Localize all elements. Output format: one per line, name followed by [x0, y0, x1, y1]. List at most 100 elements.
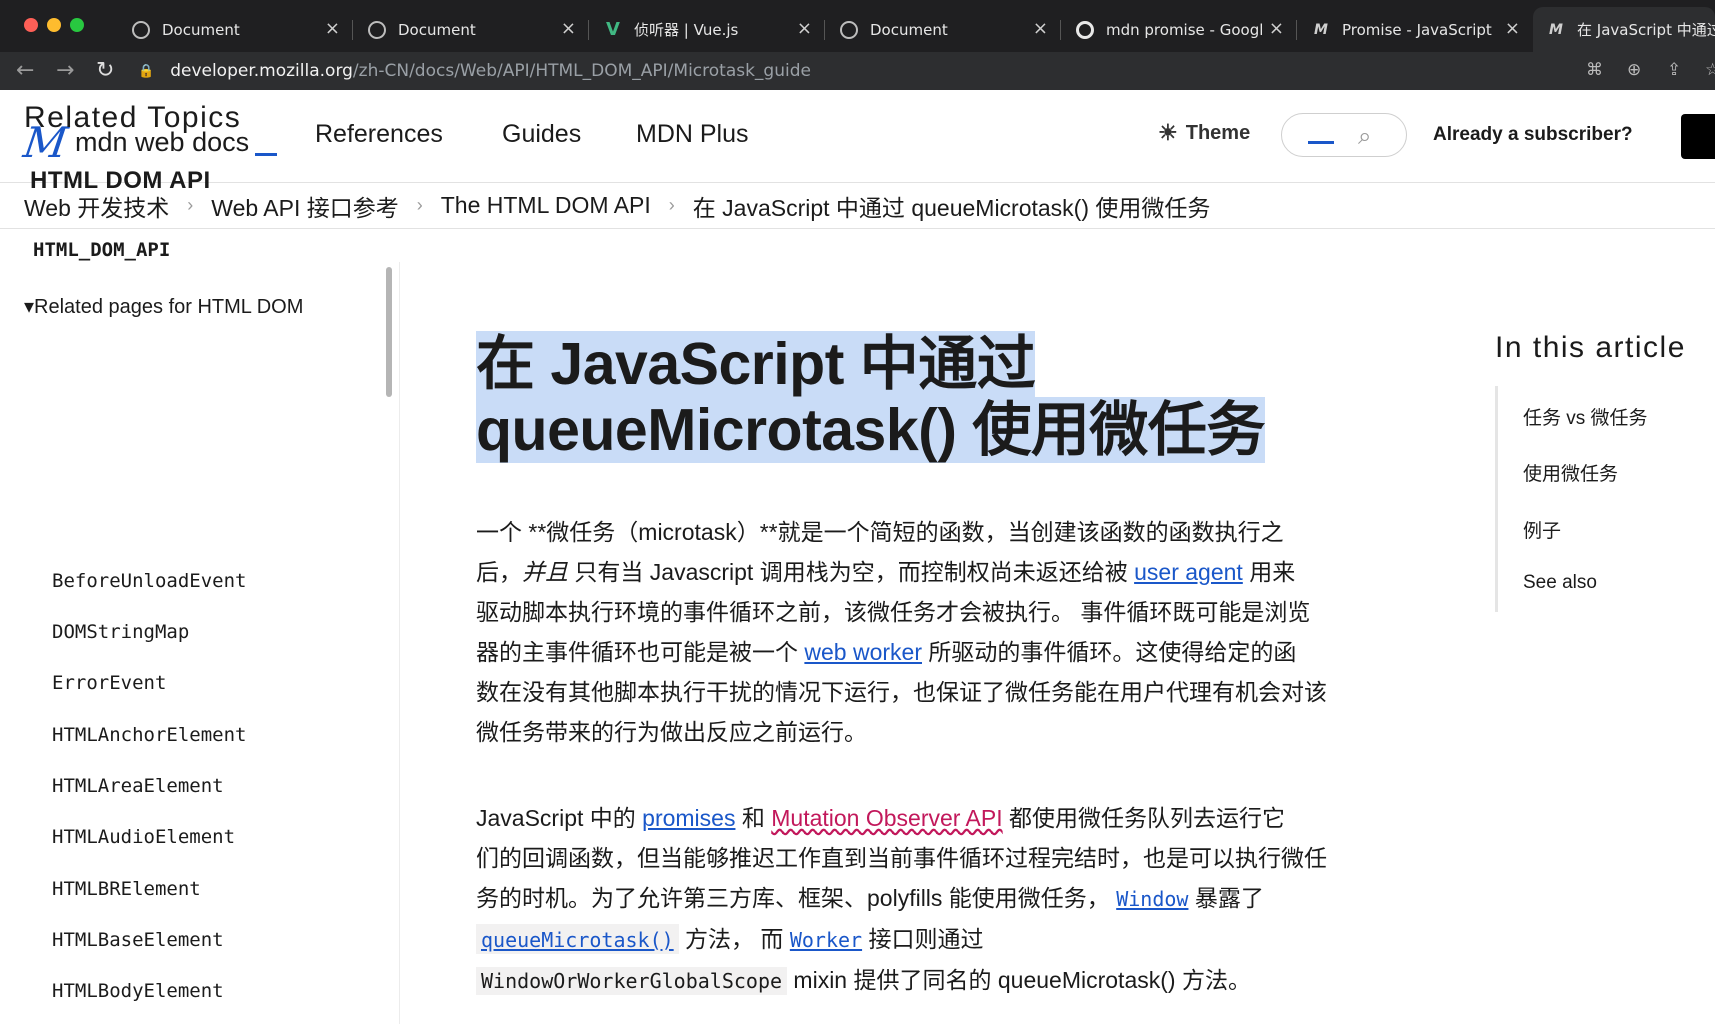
tab-title: Document — [398, 20, 476, 39]
zoom-icon[interactable]: ⊕ — [1627, 60, 1641, 80]
text-line: 一个 **微任务（microtask）**就是一个简短的函数，当创建该函数的函数… — [476, 519, 1284, 545]
toc-rail — [1495, 386, 1498, 612]
globe-icon — [132, 20, 150, 39]
sidebar-item[interactable]: BeforeUnloadEvent — [52, 570, 246, 592]
globe-icon — [840, 20, 858, 39]
close-tab-icon[interactable]: × — [1033, 18, 1048, 39]
sidebar-scrollbar[interactable] — [386, 267, 392, 397]
close-tab-icon[interactable]: × — [797, 18, 812, 39]
mdn-icon: M — [1549, 21, 1563, 38]
reload-icon[interactable]: ↻ — [96, 58, 114, 83]
forward-arrow-icon[interactable]: → — [56, 58, 74, 83]
share-icon[interactable]: ⇪ — [1667, 60, 1681, 80]
sidebar-item[interactable]: HTMLBodyElement — [52, 980, 224, 1002]
toc-title: In this article — [1495, 331, 1686, 364]
sidebar-item[interactable]: DOMStringMap — [52, 621, 189, 643]
inline-code: WindowOrWorkerGlobalScope — [476, 967, 788, 995]
sidebar-heading[interactable]: HTML DOM API — [30, 167, 211, 195]
close-tab-icon[interactable]: × — [561, 18, 576, 39]
bookmark-star-icon[interactable]: ☆ — [1705, 60, 1715, 80]
browser-tab[interactable]: mdn promise - Googl × — [1062, 7, 1294, 52]
browser-tab[interactable]: Document × — [354, 7, 586, 52]
search-input[interactable]: ⌕ — [1281, 113, 1407, 157]
page-title: 在 JavaScript 中通过 queueMicrotask() 使用微任务 — [476, 331, 1336, 463]
breadcrumb-item[interactable]: The HTML DOM API — [441, 192, 651, 219]
text-span: 后， — [476, 559, 522, 585]
sidebar-item[interactable]: HTMLAreaElement — [52, 775, 224, 797]
sidebar-item[interactable]: ErrorEvent — [52, 672, 166, 694]
nav-mdn-plus[interactable]: MDN Plus — [636, 120, 749, 149]
google-icon — [1076, 20, 1094, 39]
breadcrumb-item[interactable]: Web API 接口参考 — [211, 189, 398, 223]
worker-link[interactable]: Worker — [790, 926, 862, 952]
theme-switcher[interactable]: ☀ Theme — [1158, 120, 1250, 146]
nav-references[interactable]: References — [315, 120, 443, 149]
tab-title: Promise - JavaScript — [1342, 20, 1492, 39]
user-agent-link[interactable]: user agent — [1134, 559, 1243, 585]
sidebar-divider — [399, 262, 400, 1024]
sidebar-item[interactable]: HTMLAnchorElement — [52, 724, 246, 746]
browser-tab[interactable]: Document × — [826, 7, 1058, 52]
triangle-down-icon: ▾ — [24, 296, 35, 318]
search-cursor — [1308, 141, 1334, 144]
breadcrumb-current[interactable]: 在 JavaScript 中通过 queueMicrotask() 使用微任务 — [693, 189, 1211, 223]
queue-microtask-link[interactable]: queueMicrotask() — [476, 924, 679, 954]
toc-item[interactable]: 例子 — [1523, 516, 1561, 543]
browser-tab[interactable]: V 侦听器 | Vue.js × — [590, 7, 822, 52]
text-span: 接口则通过 — [862, 926, 984, 952]
logo-cursor — [255, 153, 278, 156]
sidebar-details-toggle[interactable]: ▾Related pages for HTML DOM — [24, 294, 303, 319]
maximize-window-button[interactable] — [70, 18, 84, 32]
text-span: JavaScript 中的 — [476, 805, 643, 831]
toc-item[interactable]: See also — [1523, 572, 1597, 594]
login-button[interactable] — [1681, 114, 1715, 159]
browser-tab-bar: Document × Document × V 侦听器 | Vue.js × D… — [0, 0, 1715, 52]
paragraph-2: JavaScript 中的 promises 和 Mutation Observ… — [476, 798, 1426, 1001]
sidebar-subheading[interactable]: HTML_DOM_API — [33, 239, 170, 261]
chevron-right-icon: › — [668, 195, 675, 215]
close-tab-icon[interactable]: × — [1505, 18, 1520, 39]
web-worker-link[interactable]: web worker — [804, 639, 922, 665]
back-arrow-icon[interactable]: ← — [16, 58, 34, 83]
text-line: 微任务带来的行为做出反应之前运行。 — [476, 719, 867, 745]
mdn-icon: M — [1314, 21, 1328, 38]
text-span: 和 — [735, 805, 772, 831]
url-host: developer.mozilla.org — [170, 61, 353, 81]
sidebar-item[interactable]: HTMLAudioElement — [52, 826, 235, 848]
text-line: 数在没有其他脚本执行干扰的情况下运行，也保证了微任务能在用户代理有机会对该 — [476, 679, 1327, 705]
text-line: 们的回调函数，但当能够推迟工作直到当前事件循环过程完结时，也是可以执行微任 — [476, 845, 1327, 871]
code-span: Worker — [789, 928, 863, 952]
browser-tab[interactable]: Document × — [118, 7, 350, 52]
tab-title: 侦听器 | Vue.js — [634, 21, 739, 39]
window-link[interactable]: Window — [1116, 885, 1188, 911]
sidebar-title: Related Topics — [24, 101, 242, 134]
browser-tab-active[interactable]: M 在 JavaScript 中通过 — [1533, 7, 1715, 52]
browser-tab[interactable]: M Promise - JavaScript × — [1298, 7, 1530, 52]
text-span: 只有当 Javascript 调用栈为空，而控制权尚未返还给被 — [568, 559, 1135, 585]
close-tab-icon[interactable]: × — [325, 18, 340, 39]
title-line-2: queueMicrotask() 使用微任务 — [476, 397, 1265, 463]
tab-title: 在 JavaScript 中通过 — [1577, 21, 1715, 39]
promises-link[interactable]: promises — [642, 805, 735, 831]
text-span: 都使用微任务队列去运行它 — [1002, 805, 1286, 831]
url-path: /zh-CN/docs/Web/API/HTML_DOM_API/Microta… — [352, 61, 811, 81]
search-icon[interactable]: ⌕ — [1358, 122, 1371, 150]
sidebar-item[interactable]: HTMLBRElement — [52, 878, 201, 900]
close-tab-icon[interactable]: × — [1269, 18, 1284, 39]
toc-item[interactable]: 使用微任务 — [1523, 459, 1618, 486]
minimize-window-button[interactable] — [47, 18, 61, 32]
text-span: 务的时机。为了允许第三方库、框架、polyfills 能使用微任务， — [476, 885, 1117, 911]
close-window-button[interactable] — [24, 18, 38, 32]
mutation-observer-link[interactable]: Mutation Observer API — [771, 805, 1002, 831]
nav-guides[interactable]: Guides — [502, 120, 581, 149]
paragraph-1: 一个 **微任务（microtask）**就是一个简短的函数，当创建该函数的函数… — [476, 512, 1426, 752]
text-span: 暴露了 — [1188, 885, 1264, 911]
translate-icon[interactable]: ⌘ — [1586, 60, 1603, 80]
lock-icon: 🔒 — [138, 63, 155, 79]
toc-item[interactable]: 任务 vs 微任务 — [1523, 403, 1648, 430]
sidebar-item[interactable]: HTMLBaseElement — [52, 929, 224, 951]
sun-icon: ☀ — [1158, 120, 1178, 145]
title-line-1: 在 JavaScript 中通过 — [476, 331, 1036, 397]
subscriber-link[interactable]: Already a subscriber? — [1433, 124, 1633, 146]
address-bar[interactable]: 🔒 developer.mozilla.org/zh-CN/docs/Web/A… — [138, 55, 1715, 87]
